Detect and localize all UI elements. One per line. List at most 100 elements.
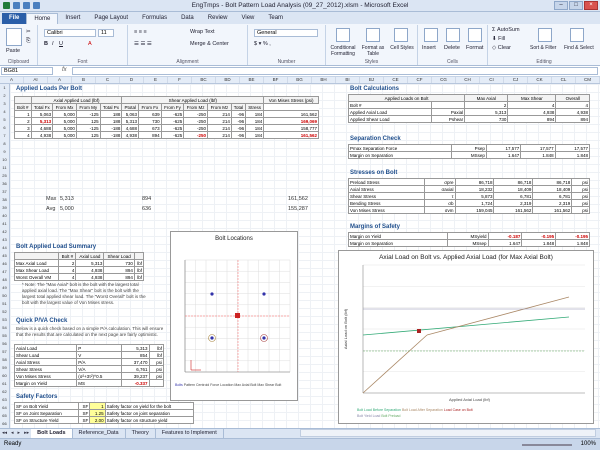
sheet-tab-features[interactable]: Features to Implement xyxy=(156,429,224,438)
table-cell[interactable]: psi xyxy=(148,372,165,380)
table-cell[interactable]: -625 xyxy=(160,110,185,118)
insert-button[interactable]: Insert xyxy=(422,45,436,51)
table-cell[interactable]: Shear Load xyxy=(13,351,78,359)
tab-data[interactable]: Data xyxy=(174,13,201,24)
table-cell[interactable]: lbf xyxy=(133,266,145,274)
row-header[interactable]: 48 xyxy=(0,276,9,284)
delete-button[interactable]: Delete xyxy=(444,45,460,51)
column-label[interactable]: Ptotal xyxy=(121,103,140,111)
table-cell[interactable]: -625 xyxy=(160,117,185,125)
table-cell[interactable]: 184 xyxy=(245,124,265,132)
column-header[interactable]: E xyxy=(144,77,168,83)
table-cell[interactable]: -96 xyxy=(230,110,247,118)
row-header[interactable]: 62 xyxy=(0,388,9,396)
safety-table[interactable]: SF on Bolt Yield SF 1 Safety factor on yiel… xyxy=(14,402,195,424)
table-cell[interactable]: 3 xyxy=(14,124,32,132)
row-header[interactable]: 56 xyxy=(0,340,9,348)
table-cell[interactable]: -96 xyxy=(230,131,247,139)
row-header[interactable]: 1 xyxy=(0,84,9,92)
table-cell[interactable]: 5,313 xyxy=(464,108,509,116)
table-cell[interactable]: Von Mises Stress xyxy=(347,206,426,214)
row-header[interactable]: 66 xyxy=(0,420,9,428)
table-cell[interactable]: 1.25 xyxy=(89,409,106,417)
sheet-tab-reference-data[interactable]: Reference_Data xyxy=(73,429,126,438)
sort-filter-button[interactable]: Sort & Filter xyxy=(530,45,556,51)
table-cell[interactable]: 1 xyxy=(89,402,106,410)
table-cell[interactable] xyxy=(430,101,466,109)
format-cells-icon[interactable] xyxy=(468,28,482,42)
table-cell[interactable]: 5,000 xyxy=(52,124,77,132)
applied-bolt-table[interactable]: Applied Loads on Bolt Max Axial Max Shear O… xyxy=(347,94,590,123)
number-format-select[interactable]: General xyxy=(254,29,318,37)
table-cell[interactable]: 86,718 xyxy=(493,178,534,186)
table-cell[interactable]: 86,718 xyxy=(532,178,573,186)
row-header[interactable]: 46 xyxy=(0,260,9,268)
table-cell[interactable]: -188 xyxy=(99,131,123,139)
table-cell[interactable]: psi xyxy=(571,192,590,200)
table-cell[interactable]: 188 xyxy=(99,117,123,125)
paste-icon[interactable] xyxy=(6,28,22,46)
font-color-button[interactable]: A xyxy=(88,41,92,47)
table-cell[interactable]: -250 xyxy=(183,124,209,132)
table-cell[interactable]: 17,577 xyxy=(554,144,591,152)
table-cell[interactable]: 4,938 xyxy=(75,273,105,281)
table-cell[interactable]: 161,562 xyxy=(263,110,319,118)
applied-loads-table[interactable]: Axial Applied Load (lbf) Shear Applied Lo… xyxy=(14,96,319,139)
table-cell[interactable]: 4 xyxy=(58,266,77,274)
row-header[interactable]: 11 xyxy=(0,164,9,172)
column-label[interactable]: Bolt # xyxy=(14,103,32,111)
column-label[interactable] xyxy=(13,252,60,260)
table-cell[interactable]: P/A xyxy=(76,358,122,366)
table-cell[interactable]: 18,409 xyxy=(493,185,534,193)
table-cell[interactable]: Paxial xyxy=(430,108,466,116)
table-cell[interactable]: 169,069 xyxy=(263,117,319,125)
row-header[interactable]: 5 xyxy=(0,116,9,124)
table-cell[interactable]: 894 xyxy=(103,266,135,274)
table-cell[interactable]: 4,688 xyxy=(30,124,54,132)
table-cell[interactable]: 184 xyxy=(245,131,265,139)
fx-icon[interactable]: fx xyxy=(62,67,67,73)
table-cell[interactable]: Safety factor on structure yield xyxy=(104,416,195,424)
row-header[interactable]: 41 xyxy=(0,220,9,228)
underline-button[interactable]: U xyxy=(59,41,63,47)
column-header[interactable]: A xyxy=(48,77,72,83)
table-cell[interactable]: 4 xyxy=(555,101,590,109)
table-cell[interactable]: 1.848 xyxy=(521,239,557,247)
table-cell[interactable]: 184 xyxy=(245,110,265,118)
table-cell[interactable]: Applied Axial Load xyxy=(348,108,432,116)
table-cell[interactable]: psi xyxy=(571,185,590,193)
row-header[interactable]: 60 xyxy=(0,372,9,380)
table-cell[interactable]: 5,000 xyxy=(52,131,77,139)
minimize-button[interactable]: – xyxy=(554,1,568,10)
table-cell[interactable]: -125 xyxy=(75,124,101,132)
worksheet-grid[interactable]: Applied Loads Per Bolt Axial Applied Loa… xyxy=(10,84,600,428)
row-header[interactable]: 4 xyxy=(0,108,9,116)
table-cell[interactable]: 4,938 xyxy=(555,108,590,116)
table-cell[interactable]: psi xyxy=(148,358,165,366)
table-cell[interactable]: Von Mises Stress xyxy=(13,372,78,380)
table-cell[interactable]: 18,232 xyxy=(454,185,495,193)
column-label[interactable]: Total xyxy=(230,103,247,111)
table-cell[interactable]: Shear Stress xyxy=(13,365,78,373)
close-button[interactable]: × xyxy=(584,1,598,10)
table-cell[interactable]: 214 xyxy=(207,124,232,132)
formula-input[interactable] xyxy=(72,67,598,75)
column-header[interactable]: BE xyxy=(240,77,264,83)
row-header[interactable]: 51 xyxy=(0,300,9,308)
row-header[interactable]: 37 xyxy=(0,188,9,196)
table-cell[interactable]: 1,724 xyxy=(454,199,495,207)
table-cell[interactable]: 5,063 xyxy=(121,110,140,118)
column-header[interactable]: AI xyxy=(24,77,48,83)
paste-button[interactable]: Paste xyxy=(6,48,20,54)
table-cell[interactable]: 673 xyxy=(138,124,162,132)
column-header[interactable]: CJ xyxy=(504,77,528,83)
table-cell[interactable]: 4,938 xyxy=(30,131,54,139)
table-cell[interactable]: 125 xyxy=(75,117,101,125)
table-cell[interactable]: 4 xyxy=(14,131,32,139)
column-header[interactable]: CG xyxy=(432,77,456,83)
table-cell[interactable]: SF xyxy=(77,416,91,424)
table-cell[interactable]: 37,470 xyxy=(120,358,150,366)
column-header[interactable]: CE xyxy=(384,77,408,83)
table-cell[interactable]: V/A xyxy=(76,365,122,373)
column-header[interactable]: BF xyxy=(264,77,288,83)
